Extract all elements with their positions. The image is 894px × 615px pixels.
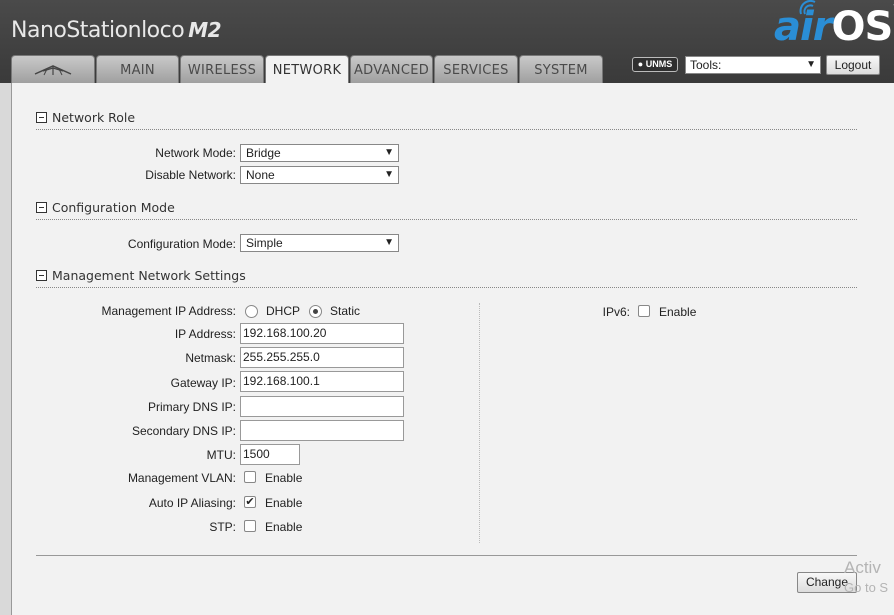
tab-services[interactable]: SERVICES <box>434 55 518 84</box>
stp-label: STP: <box>209 520 236 534</box>
tab-wireless[interactable]: WIRELESS <box>180 55 264 84</box>
logout-button[interactable]: Logout <box>826 55 880 75</box>
secondary-dns-label: Secondary DNS IP: <box>131 424 236 438</box>
dropdown-arrow-icon: ▼ <box>384 169 394 180</box>
dropdown-arrow-icon: ▼ <box>384 147 394 158</box>
tools-select[interactable]: Tools: ▼ <box>685 56 821 74</box>
footer-divider <box>36 555 857 556</box>
section-management-network: Management Network Settings <box>36 268 857 288</box>
section-title: Management Network Settings <box>52 268 246 283</box>
section-network-role: Network Role <box>36 110 857 130</box>
management-vlan-label: Management VLAN: <box>127 471 236 485</box>
brand-os: OS <box>831 4 893 50</box>
network-mode-label: Network Mode: <box>155 146 236 160</box>
tools-select-value: Tools: <box>690 58 722 72</box>
section-configuration-mode: Configuration Mode <box>36 200 857 220</box>
auto-ip-aliasing-checkbox[interactable]: ✔ <box>244 496 256 508</box>
tab-advanced[interactable]: ADVANCED <box>350 55 433 84</box>
management-vlan-checkbox[interactable] <box>244 471 256 483</box>
ubiquiti-logo-icon <box>34 65 72 76</box>
primary-dns-field[interactable] <box>240 396 404 417</box>
collapse-icon[interactable] <box>36 270 47 281</box>
network-mode-select[interactable]: Bridge ▼ <box>240 144 399 162</box>
unms-label: UNMS <box>645 59 673 69</box>
tab-system[interactable]: SYSTEM <box>519 55 603 84</box>
gateway-ip-label: Gateway IP: <box>170 376 236 390</box>
static-label: Static <box>330 304 361 318</box>
header: NanoStationlocoM2 airOS™ MAIN WIRELESS N… <box>0 0 894 85</box>
disable-network-value: None <box>246 168 275 182</box>
ipv6-enable: Enable <box>659 305 697 319</box>
ip-address-label: IP Address: <box>174 327 236 341</box>
unms-dot-icon: ● <box>637 59 646 69</box>
tab-main[interactable]: MAIN <box>96 55 179 84</box>
dropdown-arrow-icon: ▼ <box>806 59 816 70</box>
network-mode-value: Bridge <box>246 146 281 160</box>
secondary-dns-field[interactable] <box>240 420 404 441</box>
activation-watermark: Activ Go to S <box>844 558 894 598</box>
network-settings-panel: Network Role Network Mode: Bridge ▼ Disa… <box>11 83 894 615</box>
configuration-mode-select[interactable]: Simple ▼ <box>240 234 399 252</box>
stp-checkbox[interactable] <box>244 520 256 532</box>
collapse-icon[interactable] <box>36 112 47 123</box>
tab-network[interactable]: NETWORK <box>265 55 349 85</box>
gateway-ip-field[interactable]: 192.168.100.1 <box>240 371 404 392</box>
management-vlan-enable: Enable <box>265 471 303 485</box>
stp-enable: Enable <box>265 520 303 534</box>
product-logo: NanoStationloco M2 <box>11 18 222 43</box>
dhcp-label: DHCP <box>266 304 301 318</box>
management-ip-label: Management IP Address: <box>101 304 236 318</box>
netmask-field[interactable]: 255.255.255.0 <box>240 347 404 368</box>
unms-badge[interactable]: ● UNMS <box>632 57 678 72</box>
product-model: M2 <box>188 18 222 42</box>
product-variant: loco <box>141 18 185 43</box>
dropdown-arrow-icon: ▼ <box>384 237 394 248</box>
tab-ubiquiti-logo[interactable] <box>11 55 95 84</box>
primary-dns-label: Primary DNS IP: <box>147 400 236 414</box>
collapse-icon[interactable] <box>36 202 47 213</box>
product-name: NanoStation <box>11 18 142 43</box>
dhcp-radio[interactable] <box>245 305 258 318</box>
ip-address-field[interactable]: 192.168.100.20 <box>240 323 404 344</box>
disable-network-label: Disable Network: <box>145 168 236 182</box>
airos-logo: airOS™ <box>774 4 894 50</box>
watermark-line-2: Go to S <box>844 580 889 595</box>
static-radio[interactable] <box>309 305 322 318</box>
configuration-mode-label: Configuration Mode: <box>127 237 236 251</box>
brand-air: air <box>774 4 832 50</box>
auto-ip-aliasing-label: Auto IP Aliasing: <box>148 496 236 510</box>
section-title: Configuration Mode <box>52 200 175 215</box>
auto-ip-aliasing-enable: Enable <box>265 496 303 510</box>
watermark-line-1: Activ <box>844 558 881 577</box>
disable-network-select[interactable]: None ▼ <box>240 166 399 184</box>
mtu-label: MTU: <box>206 448 236 462</box>
ipv6-label: IPv6: <box>602 305 630 319</box>
section-title: Network Role <box>52 110 136 125</box>
configuration-mode-value: Simple <box>246 236 283 250</box>
netmask-label: Netmask: <box>185 351 236 365</box>
ipv6-checkbox[interactable] <box>638 305 650 317</box>
column-divider <box>479 303 480 543</box>
mtu-field[interactable]: 1500 <box>240 444 300 465</box>
